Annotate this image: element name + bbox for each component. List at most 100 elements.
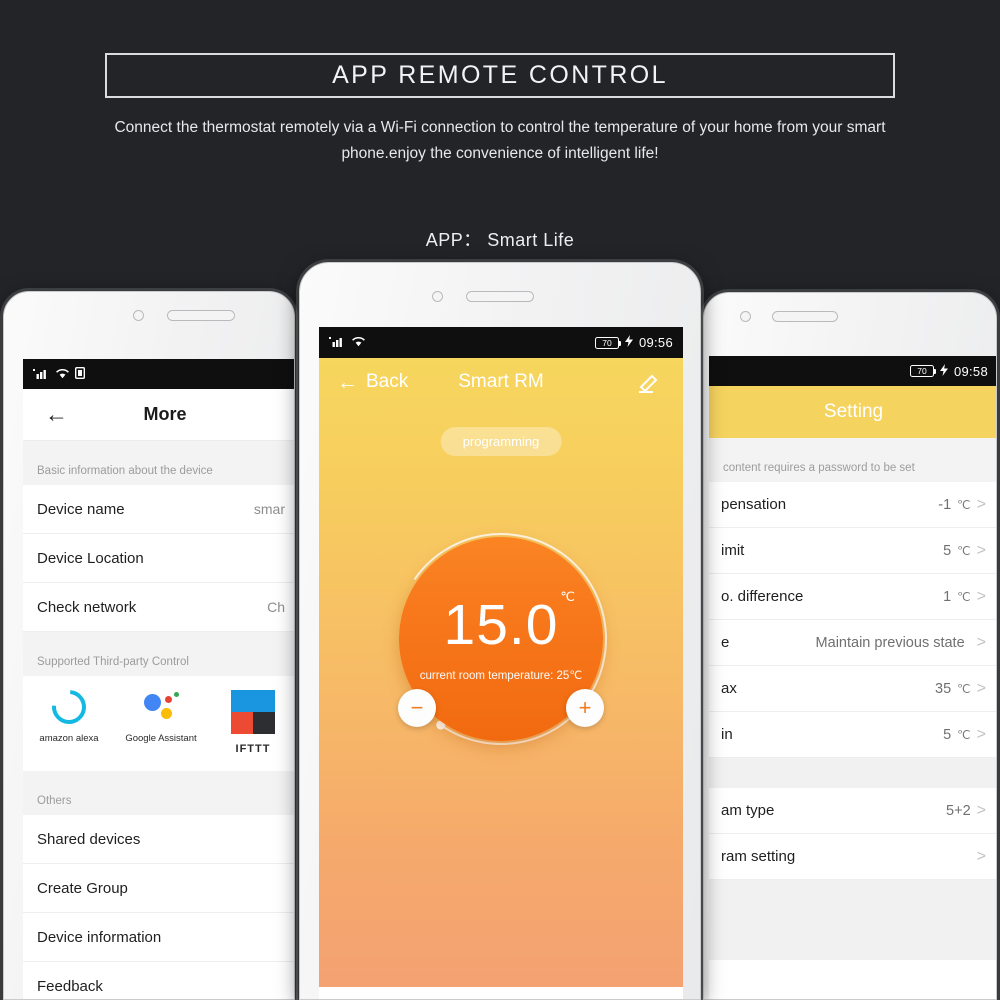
section-header-password-note: content requires a password to be set bbox=[709, 438, 996, 482]
earpiece-speaker-icon bbox=[167, 310, 235, 321]
programming-mode-pill[interactable]: programming bbox=[440, 427, 562, 456]
app-name-label: APP： Smart Life bbox=[425, 230, 575, 250]
chevron-right-icon: > bbox=[976, 587, 986, 605]
left-phone-header: ← More bbox=[23, 389, 294, 441]
row-value: 5 bbox=[943, 726, 952, 743]
row-temp-compensation[interactable]: pensation -1 ℃ > bbox=[709, 482, 996, 528]
chevron-right-icon: > bbox=[976, 633, 986, 651]
page-root: APP REMOTE CONTROL Connect the thermosta… bbox=[0, 0, 1000, 1000]
charging-icon bbox=[939, 363, 949, 379]
brand-label: Google Assistant bbox=[125, 733, 197, 744]
row-label: Shared devices bbox=[37, 830, 141, 848]
section-header-third-party: Supported Third-party Control bbox=[23, 632, 294, 676]
right-phone-screen: 70 09:58 Setting content requires a pass… bbox=[709, 356, 996, 999]
row-label: am type bbox=[721, 802, 775, 819]
section-header-others: Others bbox=[23, 771, 294, 815]
row-temp-min[interactable]: in 5 ℃ > bbox=[709, 712, 996, 758]
front-camera-icon bbox=[432, 291, 443, 302]
row-value: -1 bbox=[938, 496, 952, 513]
back-label: Back bbox=[366, 371, 409, 392]
chevron-right-icon: > bbox=[976, 495, 986, 513]
right-status-bar: 70 09:58 bbox=[709, 356, 996, 386]
back-button[interactable]: ← Back bbox=[337, 371, 408, 393]
row-create-group[interactable]: Create Group bbox=[23, 864, 294, 913]
temperature-increase-button[interactable]: + bbox=[566, 689, 604, 727]
android-nav-bar bbox=[319, 987, 683, 999]
brand-ifttt[interactable]: IFTTT bbox=[207, 690, 294, 755]
brand-google-assistant[interactable]: Google Assistant bbox=[115, 690, 207, 755]
brand-label: IFTTT bbox=[235, 743, 271, 755]
back-arrow-icon[interactable]: ← bbox=[45, 403, 68, 426]
section-divider bbox=[709, 758, 996, 788]
earpiece-speaker-icon bbox=[772, 311, 838, 322]
dial-unit: ℃ bbox=[560, 589, 575, 604]
status-time: 09:58 bbox=[953, 363, 988, 379]
temperature-decrease-button[interactable]: − bbox=[398, 689, 436, 727]
left-phone-screen: ← More Basic information about the devic… bbox=[23, 359, 294, 999]
alexa-icon bbox=[45, 683, 93, 731]
row-label: pensation bbox=[721, 496, 787, 513]
row-program-type[interactable]: am type 5+2 > bbox=[709, 788, 996, 834]
row-value: 5 bbox=[943, 542, 952, 559]
row-label: in bbox=[721, 726, 733, 743]
row-power-on-state[interactable]: e Maintain previous state > bbox=[709, 620, 996, 666]
section-divider-bottom bbox=[709, 880, 996, 960]
battery-icon: 70 bbox=[909, 365, 937, 377]
row-value: 35 bbox=[935, 680, 952, 697]
center-phone-screen: 70 09:56 ← Back Smart RM programming ℃ 1… bbox=[319, 327, 683, 999]
row-label: Create Group bbox=[37, 879, 128, 897]
row-label: ax bbox=[721, 680, 737, 697]
row-label: e bbox=[721, 634, 730, 651]
front-camera-icon bbox=[740, 311, 751, 322]
row-unit: ℃ bbox=[957, 497, 971, 512]
right-phone-header: Setting bbox=[709, 386, 996, 438]
battery-icon: 70 bbox=[594, 336, 622, 349]
chevron-right-icon: > bbox=[976, 541, 986, 559]
center-status-bar: 70 09:56 bbox=[319, 327, 683, 358]
row-program-setting[interactable]: ram setting > bbox=[709, 834, 996, 880]
signal-icon bbox=[329, 335, 346, 350]
wifi-icon bbox=[351, 335, 366, 350]
dial-temperature: 15.0 bbox=[443, 592, 559, 657]
row-unit: ℃ bbox=[957, 543, 971, 558]
row-shared-devices[interactable]: Shared devices bbox=[23, 815, 294, 864]
sim-icon bbox=[74, 366, 86, 382]
row-label: Device Location bbox=[37, 549, 144, 567]
front-camera-icon bbox=[133, 310, 144, 321]
google-assistant-icon bbox=[141, 690, 181, 724]
row-label: o. difference bbox=[721, 588, 804, 605]
signal-icon bbox=[33, 367, 50, 382]
banner-title-box: APP REMOTE CONTROL bbox=[105, 53, 895, 98]
row-value: Ch bbox=[267, 599, 285, 615]
row-label: Check network bbox=[37, 598, 137, 616]
chevron-right-icon: > bbox=[976, 679, 986, 697]
status-time: 09:56 bbox=[638, 335, 673, 350]
row-unit: ℃ bbox=[957, 727, 971, 742]
left-phone-frame: ← More Basic information about the devic… bbox=[3, 291, 295, 1000]
row-value: 1 bbox=[943, 588, 952, 605]
ifttt-icon bbox=[231, 690, 275, 734]
row-label: Device information bbox=[37, 928, 162, 946]
row-temp-difference[interactable]: o. difference 1 ℃ > bbox=[709, 574, 996, 620]
temperature-dial[interactable]: ℃ 15.0 current room temperature: 25℃ − + bbox=[389, 527, 613, 751]
brand-amazon-alexa[interactable]: amazon alexa bbox=[23, 683, 115, 755]
right-phone-frame: 70 09:58 Setting content requires a pass… bbox=[703, 292, 997, 1000]
banner-subtitle: Connect the thermostat remotely via a Wi… bbox=[114, 119, 886, 162]
dial-room-temperature: current room temperature: 25℃ bbox=[419, 669, 583, 682]
wifi-icon bbox=[55, 367, 70, 382]
row-check-network[interactable]: Check network Ch bbox=[23, 583, 294, 632]
row-device-information[interactable]: Device information bbox=[23, 913, 294, 962]
row-low-limit[interactable]: imit 5 ℃ > bbox=[709, 528, 996, 574]
row-temp-max[interactable]: ax 35 ℃ > bbox=[709, 666, 996, 712]
left-status-bar bbox=[23, 359, 294, 389]
row-unit: ℃ bbox=[957, 589, 971, 604]
row-value: Maintain previous state bbox=[815, 634, 965, 651]
center-phone-frame: 70 09:56 ← Back Smart RM programming ℃ 1… bbox=[299, 262, 701, 1000]
row-label: imit bbox=[721, 542, 745, 559]
pencil-icon[interactable] bbox=[637, 370, 661, 394]
row-device-name[interactable]: Device name smar bbox=[23, 485, 294, 534]
row-feedback[interactable]: Feedback bbox=[23, 962, 294, 999]
row-device-location[interactable]: Device Location bbox=[23, 534, 294, 583]
row-value: 5+2 bbox=[946, 802, 971, 819]
brand-label: amazon alexa bbox=[39, 733, 99, 744]
